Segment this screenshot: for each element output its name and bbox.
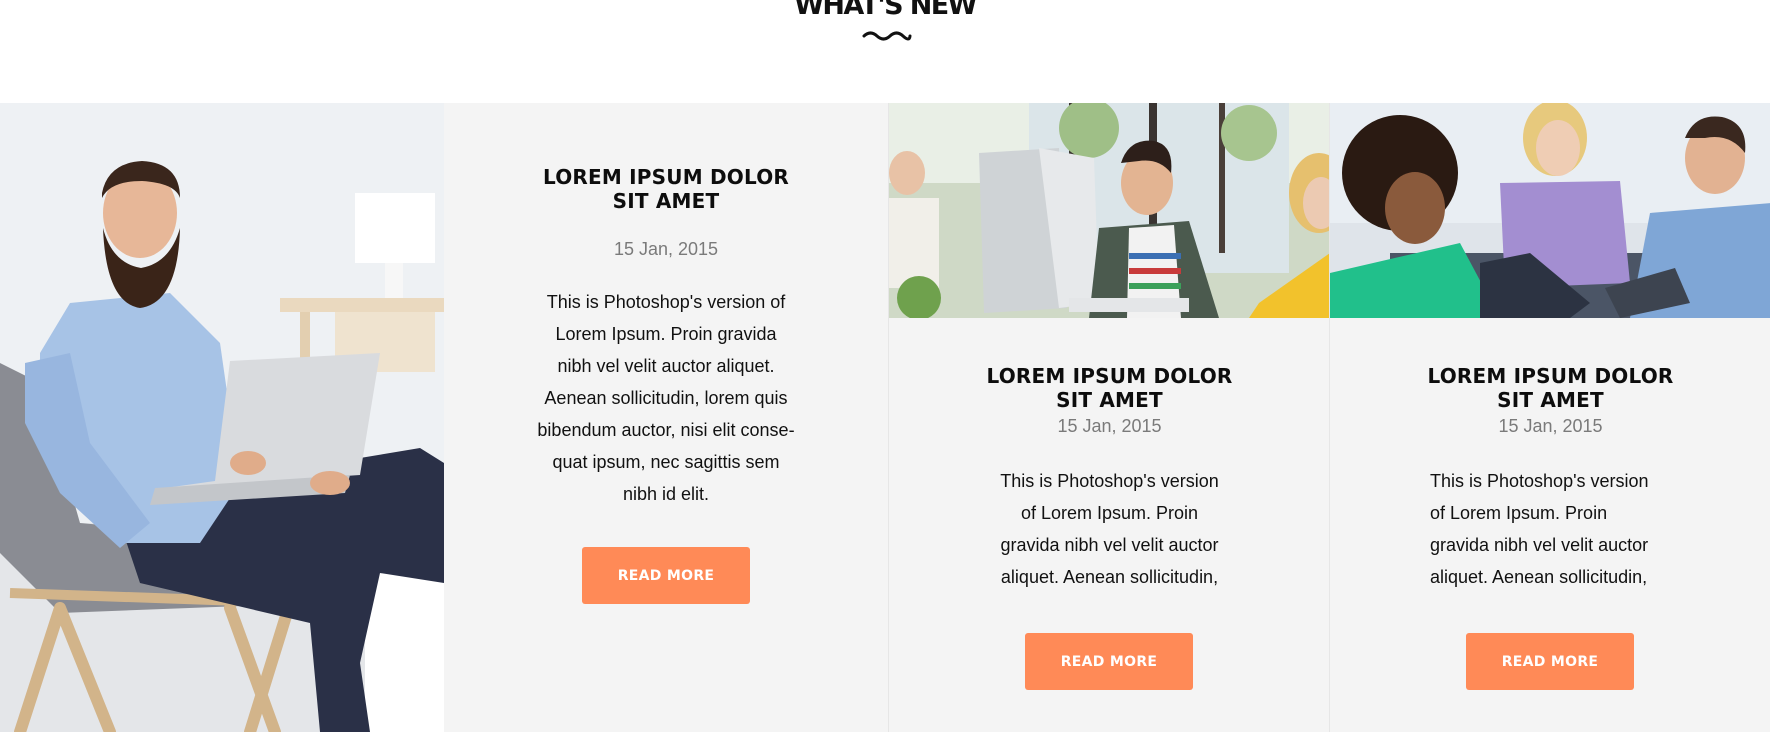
posts-grid: LOREM IPSUM DOLOR SIT AMET 15 Jan, 2015 … xyxy=(0,103,1770,732)
excerpt-line: aliquet. Aenean sollicitudin, xyxy=(1000,567,1219,587)
excerpt-line: gravida nibh vel velit auctor xyxy=(1000,535,1219,555)
post-title: LOREM IPSUM DOLOR SIT AMET xyxy=(1330,364,1770,412)
excerpt-line: aliquet. Aenean sollicitudin, xyxy=(1430,567,1648,587)
excerpt-line: nibh vel velit auctor aliquet. xyxy=(557,356,775,376)
post-card-1: LOREM IPSUM DOLOR SIT AMET 15 Jan, 2015 … xyxy=(444,103,888,732)
excerpt-line: gravida nibh vel velit auctor xyxy=(1430,535,1649,555)
post-image-students xyxy=(1330,103,1770,318)
post-excerpt: This is Photoshop's version of Lorem Ips… xyxy=(531,286,801,510)
post-title-line-2: SIT AMET xyxy=(1056,388,1163,412)
section-title: WHAT'S NEW xyxy=(794,0,977,21)
post-date: 15 Jan, 2015 xyxy=(1057,416,1162,436)
read-more-button[interactable]: READ MORE xyxy=(582,547,750,604)
excerpt-line: bibendum auctor, nisi elit conse- xyxy=(537,420,795,440)
post-excerpt: This is Photoshop's version of Lorem Ips… xyxy=(1430,465,1671,593)
post-date: 15 Jan, 2015 xyxy=(613,239,719,259)
post-date: 15 Jan, 2015 xyxy=(1498,416,1603,436)
wave-divider-icon xyxy=(862,31,912,41)
section-header: WHAT'S NEW xyxy=(0,0,1770,90)
read-more-button[interactable]: READ MORE xyxy=(1466,633,1634,690)
read-more-button[interactable]: READ MORE xyxy=(1025,633,1193,690)
excerpt-line: This is Photoshop's version xyxy=(1000,471,1219,491)
excerpt-line: of Lorem Ipsum. Proin xyxy=(1020,503,1199,523)
post-title: LOREM IPSUM DOLOR SIT AMET xyxy=(889,364,1330,412)
featured-photo xyxy=(0,103,444,732)
post-title-line-1: LOREM IPSUM DOLOR xyxy=(542,165,789,189)
excerpt-line: nibh id elit. xyxy=(622,484,710,504)
man-with-laptop-image xyxy=(0,103,444,732)
post-title-line-1: LOREM IPSUM DOLOR xyxy=(986,364,1233,388)
excerpt-line: of Lorem Ipsum. Proin xyxy=(1430,503,1608,523)
excerpt-line: Lorem Ipsum. Proin gravida xyxy=(555,324,777,344)
excerpt-line: This is Photoshop's version of xyxy=(546,292,786,312)
post-title-line-1: LOREM IPSUM DOLOR xyxy=(1427,364,1674,388)
excerpt-line: quat ipsum, nec sagittis sem xyxy=(552,452,780,472)
post-card-3: LOREM IPSUM DOLOR SIT AMET 15 Jan, 2015 … xyxy=(1329,103,1770,732)
post-card-2: LOREM IPSUM DOLOR SIT AMET 15 Jan, 2015 … xyxy=(888,103,1330,732)
post-excerpt: This is Photoshop's version of Lorem Ips… xyxy=(989,465,1230,593)
post-title-line-2: SIT AMET xyxy=(1497,388,1604,412)
whats-new-page: WHAT'S NEW LOREM IPSUM DOLOR SIT AMET 15… xyxy=(0,0,1770,732)
post-image-office xyxy=(889,103,1330,318)
post-title-line-2: SIT AMET xyxy=(612,189,720,213)
excerpt-line: Aenean sollicitudin, lorem quis xyxy=(544,388,788,408)
post-title: LOREM IPSUM DOLOR SIT AMET xyxy=(444,165,888,213)
excerpt-line: This is Photoshop's version xyxy=(1430,471,1649,491)
